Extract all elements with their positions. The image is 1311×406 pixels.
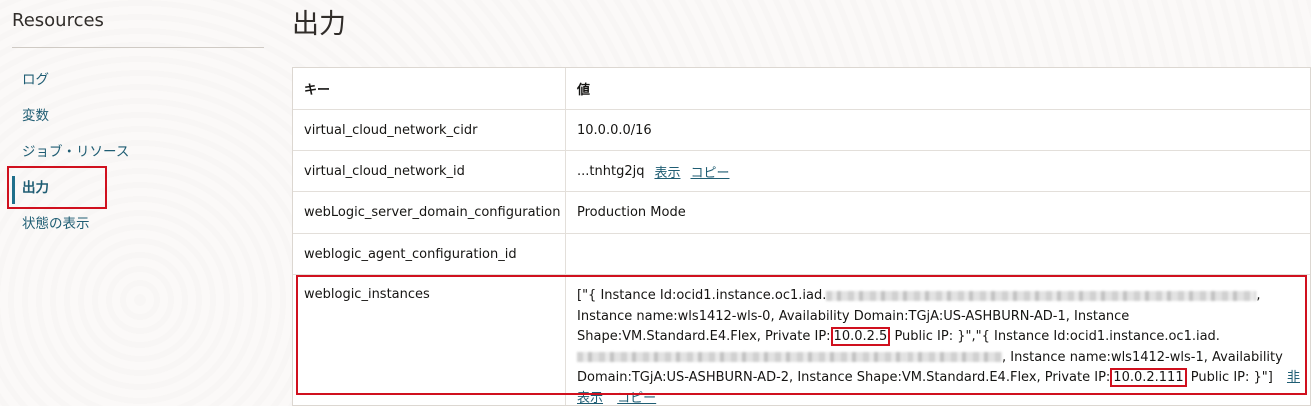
row-key: weblogic_instances — [293, 275, 566, 405]
private-ip-highlight: 10.0.2.111 — [1110, 368, 1187, 387]
page: Resources ログ 変数 ジョブ・リソース 出力 状態の表示 出力 キー … — [0, 0, 1311, 406]
table-row: virtual_cloud_network_cidr 10.0.0.0/16 — [293, 110, 1310, 151]
instances-text-part: Public IP: }"] — [1186, 370, 1273, 385]
row-key: virtual_cloud_network_cidr — [293, 110, 566, 150]
row-value — [567, 234, 1310, 274]
column-header-value: 値 — [577, 83, 591, 98]
row-value: ...tnhtg2jq — [577, 163, 645, 179]
sidebar-item-logs[interactable]: ログ — [0, 64, 275, 100]
sidebar-nav: ログ 変数 ジョブ・リソース 出力 状態の表示 — [0, 64, 275, 244]
copy-link[interactable]: コピー — [617, 391, 656, 406]
row-key: weblogic_agent_configuration_id — [293, 234, 566, 274]
instances-text-part: Public IP: }","{ Instance Id:ocid1.insta… — [890, 329, 1220, 344]
table-header-row: キー 値 — [293, 68, 1310, 110]
sidebar-item-variables[interactable]: 変数 — [0, 100, 275, 136]
private-ip-highlight: 10.0.2.5 — [830, 327, 891, 346]
redacted-ocid — [907, 352, 1002, 362]
instances-text-part: ["{ Instance Id:ocid1.instance.oc1.iad. — [577, 288, 827, 303]
row-value-instances: ["{ Instance Id:ocid1.instance.oc1.iad.,… — [567, 275, 1310, 406]
copy-link[interactable]: コピー — [690, 162, 729, 181]
row-key: webLogic_server_domain_configuration — [293, 192, 566, 233]
table-row-weblogic-instances: weblogic_instances ["{ Instance Id:ocid1… — [293, 275, 1310, 406]
table-row: webLogic_server_domain_configuration Pro… — [293, 192, 1310, 234]
page-title: 出力 — [292, 9, 346, 40]
row-value: Production Mode — [577, 205, 686, 220]
redacted-ocid — [826, 290, 1257, 301]
table-row: virtual_cloud_network_id ...tnhtg2jq 表示 … — [293, 151, 1310, 192]
row-value-cell: ...tnhtg2jq 表示 コピー — [567, 151, 1310, 191]
row-value: 10.0.0.0/16 — [577, 122, 652, 138]
show-link[interactable]: 表示 — [654, 162, 680, 181]
sidebar-item-view-state[interactable]: 状態の表示 — [0, 208, 275, 244]
outputs-table: キー 値 virtual_cloud_network_cidr 10.0.0.0… — [292, 67, 1311, 406]
table-row: weblogic_agent_configuration_id — [293, 234, 1310, 275]
redacted-ocid — [577, 352, 907, 362]
sidebar-title: Resources — [12, 10, 104, 31]
sidebar-divider — [12, 47, 264, 48]
highlight-box-outputs-nav — [7, 166, 107, 209]
column-header-key: キー — [293, 68, 566, 109]
row-key: virtual_cloud_network_id — [293, 151, 566, 191]
